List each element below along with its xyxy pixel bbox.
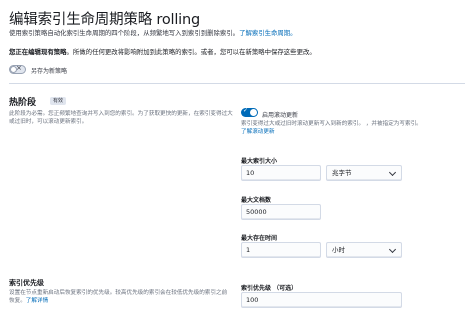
- hot-phase-description: 此阶段为必需。您正频繁地查询并写入到您的索引。为了获取更快的更新，在索引变得过大…: [9, 110, 235, 126]
- max-docs-input[interactable]: 50000: [241, 204, 321, 220]
- hot-phase-title: 热阶段: [9, 98, 37, 108]
- edit-warning-text: 。所做的任何更改将影响附加到此策略的索引。或者，您可以在新策略中保存这些更改。: [66, 48, 316, 56]
- edit-warning: 您正在编辑现有策略。所做的任何更改将影响附加到此策略的索引。或者，您可以在新策略…: [9, 47, 316, 56]
- index-priority-input[interactable]: 100: [241, 292, 402, 308]
- rollover-learn-more-link[interactable]: 了解滚动更新: [241, 128, 466, 136]
- max-size-unit-value: 兆字节: [332, 169, 352, 177]
- max-age-unit-select[interactable]: 小时: [326, 242, 402, 258]
- index-priority-title: 索引优先级: [9, 279, 44, 287]
- rollover-help: 索引变得过大或过旧时滚动更新写入到新的索引。 ，并被指定为写索引。 了解滚动更新: [241, 120, 466, 136]
- save-as-new-toggle[interactable]: ×: [9, 64, 26, 74]
- page-intro: 使用索引策略自动化索引生命周期的四个阶段，从频繁地写入到索引到删除索引。了解索引…: [9, 28, 297, 37]
- max-docs-label: 最大文档数: [241, 197, 272, 204]
- max-size-input[interactable]: 10: [241, 165, 321, 181]
- hot-phase-active-badge: 有效: [50, 97, 67, 105]
- hot-phase-description-line1: 此阶段为必需。您正频繁地查询并写入到您的索引。为了获取更快的更新，在索引变得过大: [9, 111, 233, 117]
- max-age-label: 最大存在时间: [241, 235, 278, 242]
- check-icon: ✓: [243, 107, 249, 114]
- intro-learn-more-link[interactable]: 了解索引生命周期。: [239, 29, 297, 37]
- page-title: 编辑索引生命周期策略 rolling: [9, 12, 201, 28]
- index-priority-description: 设置在节点重新启动后恢复索引的优先级。较高优先级的索引会在较低优先级的索引之前 …: [9, 289, 235, 305]
- index-priority-label: 索引优先级 （可选）: [241, 285, 298, 292]
- chevron-down-icon: [388, 168, 397, 177]
- hot-phase-description-line2: 或过旧时，可以滚动更新索引。: [9, 119, 88, 125]
- index-priority-description-line2: 恢复。了解详情: [9, 297, 235, 305]
- chevron-down-icon: [388, 245, 397, 254]
- toggle-knob: [250, 109, 257, 116]
- rollover-toggle[interactable]: ✓: [241, 107, 258, 117]
- index-priority-description-line1: 设置在节点重新启动后恢复索引的优先级。较高优先级的索引会在较低优先级的索引之前: [9, 290, 228, 296]
- max-size-label: 最大索引大小: [241, 158, 278, 165]
- max-size-unit-select[interactable]: 兆字节: [326, 165, 402, 181]
- index-priority-learn-more-link[interactable]: 了解详情: [26, 298, 48, 304]
- close-icon: ×: [16, 64, 22, 72]
- edit-warning-bold: 您正在编辑现有策略: [9, 48, 67, 56]
- section-divider: [9, 83, 465, 84]
- rollover-toggle-label: 启用滚动更新: [262, 112, 299, 119]
- rollover-help-text: 索引变得过大或过旧时滚动更新写入到新的索引。 ，并被指定为写索引。: [241, 121, 422, 127]
- index-priority-description-end: 恢复。: [9, 298, 26, 304]
- save-as-new-label: 另存为新策略: [31, 68, 68, 75]
- intro-text: 使用索引策略自动化索引生命周期的四个阶段，从频繁地写入到索引到删除索引。: [9, 29, 240, 37]
- max-age-unit-value: 小时: [332, 246, 345, 254]
- max-age-input[interactable]: 1: [241, 242, 321, 258]
